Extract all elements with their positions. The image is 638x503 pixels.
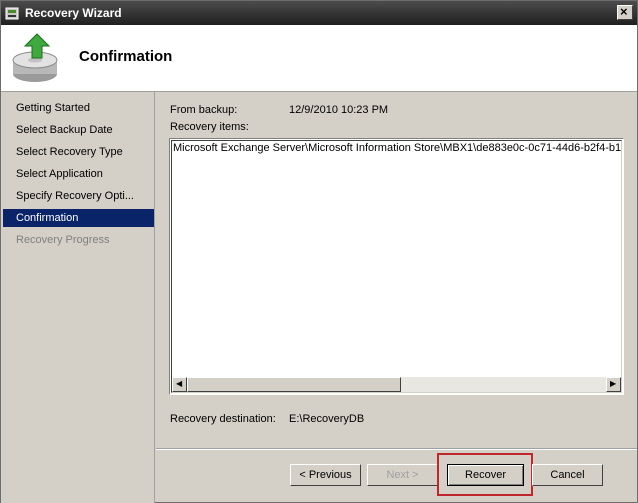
wizard-header: Confirmation [1, 25, 637, 92]
page-title: Confirmation [79, 48, 173, 65]
scroll-right-button[interactable]: ▶ [606, 377, 621, 392]
step-select-recovery-type[interactable]: Select Recovery Type [3, 143, 154, 161]
recovery-items-list[interactable]: Microsoft Exchange Server\Microsoft Info… [169, 138, 624, 395]
recover-button[interactable]: Recover [447, 464, 524, 486]
step-getting-started[interactable]: Getting Started [3, 99, 154, 117]
recovery-destination-label: Recovery destination: [170, 413, 276, 425]
step-select-backup-date[interactable]: Select Backup Date [3, 121, 154, 139]
scroll-left-button[interactable]: ◀ [172, 377, 187, 392]
backup-recovery-icon [12, 33, 58, 82]
recovery-destination-value: E:\RecoveryDB [289, 413, 365, 425]
step-confirmation[interactable]: Confirmation [3, 209, 154, 227]
button-separator [156, 448, 637, 450]
recovery-items-label: Recovery items: [170, 121, 249, 133]
arrow-left-icon: ◀ [176, 379, 183, 388]
horizontal-scrollbar[interactable]: ◀ ▶ [172, 377, 621, 392]
close-button[interactable]: × [617, 4, 633, 20]
from-backup-label: From backup: [170, 104, 238, 116]
steps-panel: Getting Started Select Backup Date Selec… [1, 92, 155, 503]
list-item[interactable]: Microsoft Exchange Server\Microsoft Info… [173, 142, 621, 154]
cancel-button[interactable]: Cancel [532, 464, 603, 486]
step-select-application[interactable]: Select Application [3, 165, 154, 183]
step-specify-recovery-options[interactable]: Specify Recovery Opti... [3, 187, 154, 205]
close-icon: × [620, 4, 628, 19]
app-icon [5, 7, 19, 20]
title-bar[interactable]: Recovery Wizard × [1, 1, 637, 25]
content-panel: From backup: 12/9/2010 10:23 PM Recovery… [156, 92, 637, 503]
next-button[interactable]: Next > [367, 464, 438, 486]
scroll-thumb[interactable] [187, 377, 401, 392]
from-backup-value: 12/9/2010 10:23 PM [289, 104, 389, 116]
arrow-right-icon: ▶ [610, 379, 617, 388]
recovery-wizard-window: Recovery Wizard × Confirmation Getting S… [0, 0, 638, 503]
step-recovery-progress: Recovery Progress [16, 234, 110, 246]
window-title: Recovery Wizard [25, 6, 122, 20]
previous-button[interactable]: < Previous [290, 464, 361, 486]
